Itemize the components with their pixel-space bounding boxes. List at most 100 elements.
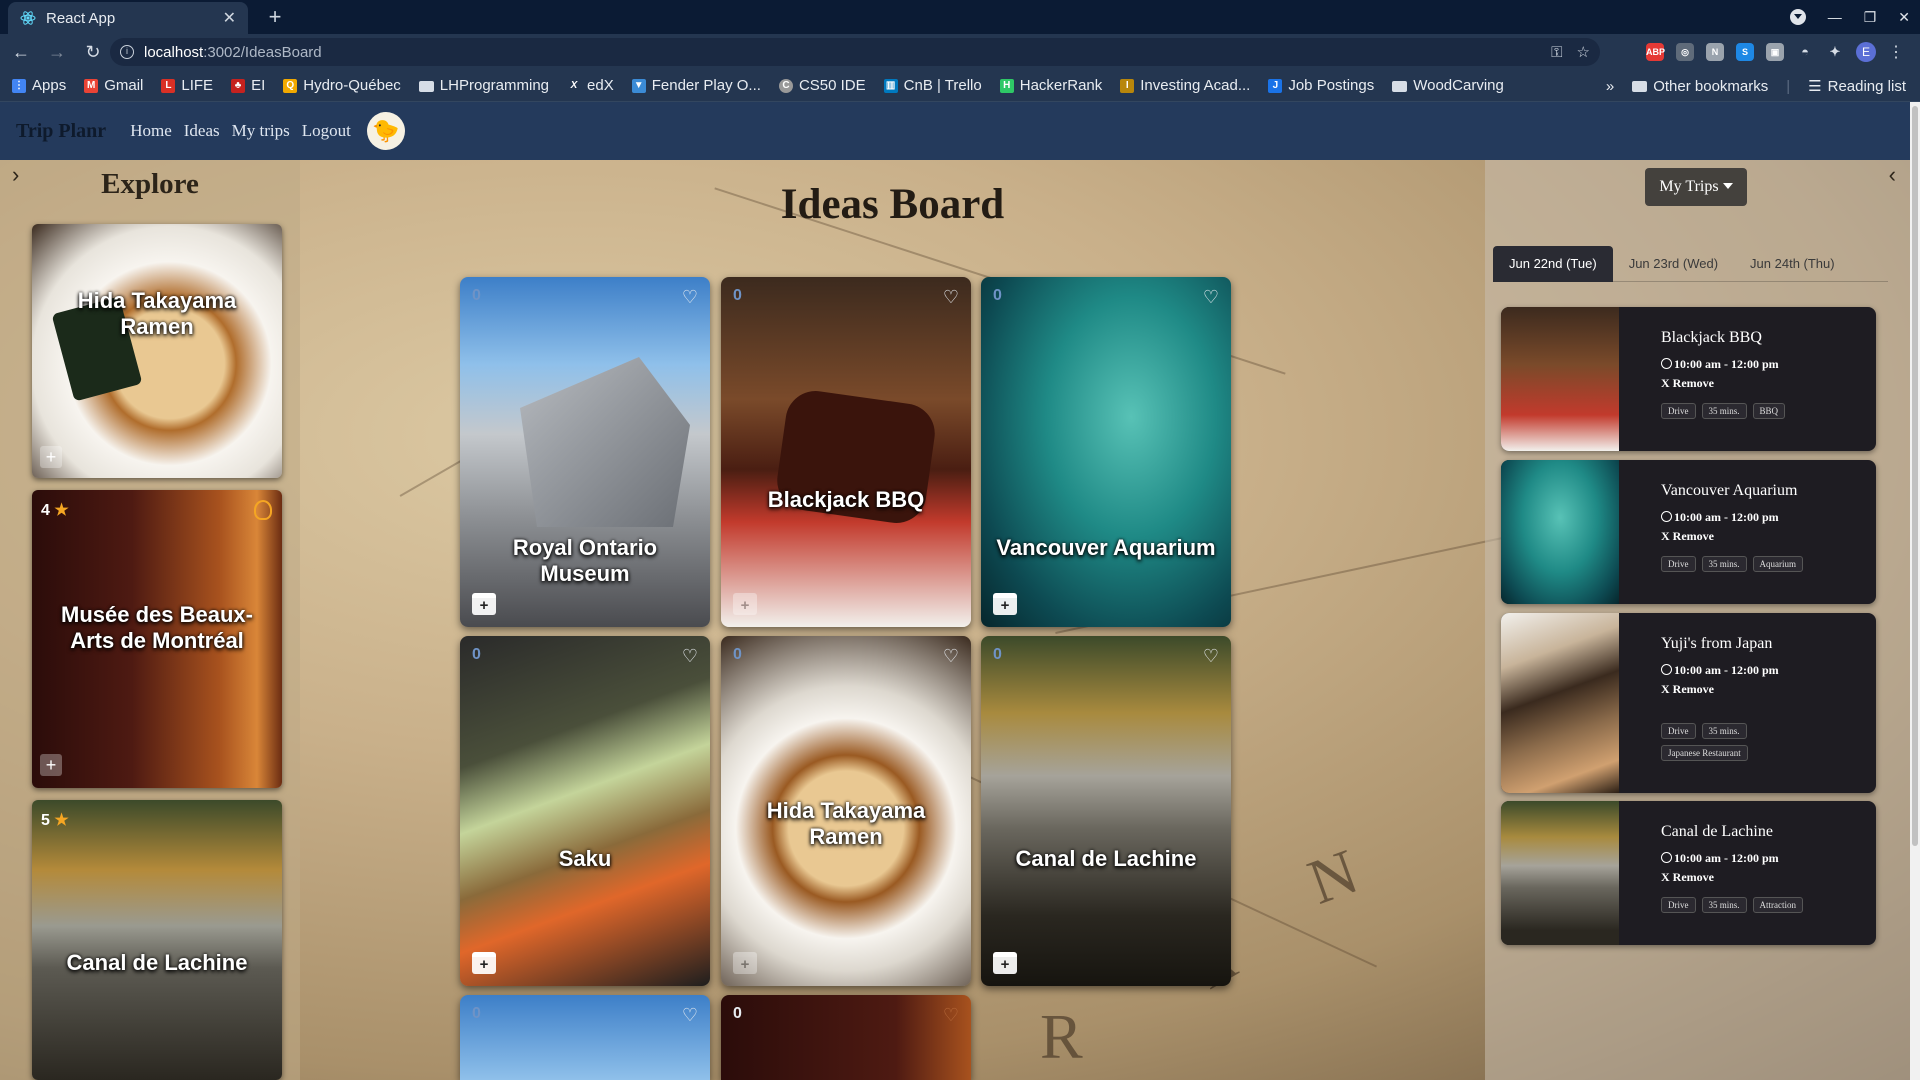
trip-item-vancouver-aquarium[interactable]: Vancouver Aquarium 10:00 am - 12:00 pm X…: [1501, 460, 1876, 604]
trip-item-blackjack-bbq[interactable]: Blackjack BBQ 10:00 am - 12:00 pm X Remo…: [1501, 307, 1876, 451]
like-count: 0: [733, 646, 742, 663]
heart-icon[interactable]: ♡: [943, 287, 959, 308]
browser-menu-icon[interactable]: ⋮: [1888, 42, 1904, 62]
tag-duration: 35 mins.: [1701, 723, 1747, 739]
bookmark-life[interactable]: L LIFE: [161, 77, 213, 94]
user-avatar[interactable]: 🐤: [366, 112, 405, 150]
other-bookmarks[interactable]: Other bookmarks: [1632, 78, 1768, 95]
browser-tab[interactable]: React App ✕: [8, 2, 248, 34]
scrollbar-thumb[interactable]: [1912, 106, 1918, 846]
tab-close-icon[interactable]: ✕: [223, 8, 236, 28]
nav-ideas[interactable]: Ideas: [184, 121, 220, 141]
key-icon[interactable]: ⚿: [1551, 44, 1562, 61]
tab-day-3[interactable]: Jun 24th (Thu): [1734, 246, 1851, 282]
bookmark-woodcarving[interactable]: WoodCarving: [1392, 77, 1504, 94]
trip-item-yujis-from-japan[interactable]: Yuji's from Japan 10:00 am - 12:00 pm X …: [1501, 613, 1876, 793]
close-window-icon[interactable]: ✕: [1898, 9, 1910, 26]
bookmark-gmail[interactable]: M Gmail: [84, 77, 143, 94]
remove-button[interactable]: X Remove: [1661, 529, 1866, 544]
bookmark-star-icon[interactable]: ☆: [1577, 43, 1590, 61]
puzzle-extensions-icon[interactable]: ✦: [1826, 43, 1844, 61]
page-scrollbar[interactable]: [1910, 102, 1920, 1080]
folder-icon: [418, 81, 434, 92]
idea-card-canal-de-lachine[interactable]: 0 ♡ Canal de Lachine +: [981, 636, 1231, 986]
bookmark-edx[interactable]: XedX: [567, 77, 614, 94]
bookmark-fender-play[interactable]: ▼ Fender Play O...: [631, 77, 761, 94]
remove-button[interactable]: X Remove: [1661, 870, 1866, 885]
address-bar[interactable]: i localhost :3002/IdeasBoard ⚿ ☆: [110, 38, 1600, 66]
heart-icon[interactable]: ♡: [682, 1005, 698, 1026]
tag-category: Aquarium: [1752, 556, 1804, 572]
minimize-icon[interactable]: —: [1828, 9, 1842, 25]
bookmark-cs50-ide[interactable]: C CS50 IDE: [778, 77, 866, 94]
idea-card-saku[interactable]: 0 ♡ Saku +: [460, 636, 710, 986]
heart-icon[interactable]: ♡: [1203, 287, 1219, 308]
idea-card-royal-ontario-museum[interactable]: 0 ♡ Royal Ontario Museum +: [460, 277, 710, 627]
remove-button[interactable]: X Remove: [1661, 682, 1866, 697]
site-info-icon[interactable]: i: [120, 45, 134, 59]
add-plus-icon[interactable]: +: [40, 754, 62, 776]
nav-home[interactable]: Home: [130, 121, 172, 141]
bookmark-lhprogramming[interactable]: LHProgramming: [418, 77, 549, 94]
mask-extension-icon[interactable]: ◓: [1796, 43, 1814, 61]
heart-icon[interactable]: ♡: [1203, 646, 1219, 667]
calendar-add-icon[interactable]: +: [472, 952, 496, 974]
calendar-add-icon[interactable]: +: [993, 593, 1017, 615]
reading-list[interactable]: ☰ Reading list: [1808, 77, 1906, 95]
screenshot-extension-icon[interactable]: ▣: [1766, 43, 1784, 61]
idea-card-partial-2[interactable]: 0 ♡: [721, 995, 971, 1080]
heart-icon[interactable]: ♡: [682, 287, 698, 308]
bookmark-ei[interactable]: ♣ EI: [231, 77, 265, 94]
trips-collapse-chevron-icon[interactable]: ‹: [1889, 162, 1896, 188]
explore-card-museum[interactable]: 4 ★ Musée des Beaux-Arts de Montréal +: [32, 490, 282, 788]
calendar-add-icon[interactable]: +: [733, 593, 757, 615]
bookmark-trello[interactable]: ▥ CnB | Trello: [883, 77, 982, 94]
idea-card-blackjack-bbq[interactable]: 0 ♡ Blackjack BBQ +: [721, 277, 971, 627]
nav-logout[interactable]: Logout: [302, 121, 351, 141]
skype-extension-icon[interactable]: S: [1736, 43, 1754, 61]
media-control-icon[interactable]: [1789, 9, 1806, 25]
globe-extension-icon[interactable]: ◎: [1676, 43, 1694, 61]
explore-card-ramen[interactable]: Hida Takayama Ramen +: [32, 224, 282, 478]
tab-day-2[interactable]: Jun 23rd (Wed): [1613, 246, 1734, 282]
brand-logo[interactable]: Trip Planr: [16, 120, 106, 143]
tag-category: Japanese Restaurant: [1661, 745, 1748, 761]
note-extension-icon[interactable]: N: [1706, 43, 1724, 61]
idea-card-vancouver-aquarium[interactable]: 0 ♡ Vancouver Aquarium +: [981, 277, 1231, 627]
idea-card-hida-takayama-ramen[interactable]: 0 ♡ Hida Takayama Ramen +: [721, 636, 971, 986]
bookmark-investing[interactable]: I Investing Acad...: [1120, 77, 1250, 94]
clock-icon: [1661, 664, 1672, 675]
nav-my-trips[interactable]: My trips: [232, 121, 290, 141]
bookmark-apps[interactable]: ⋮ Apps: [12, 77, 66, 94]
calendar-add-icon[interactable]: +: [733, 952, 757, 974]
add-plus-icon[interactable]: +: [40, 446, 62, 468]
like-count: 0: [472, 1005, 481, 1022]
my-trips-dropdown[interactable]: My Trips: [1645, 168, 1747, 206]
folder-icon: [1632, 80, 1648, 92]
bookmark-hackerrank[interactable]: H HackerRank: [999, 77, 1102, 94]
edx-icon: X: [570, 79, 578, 91]
explore-card-canal[interactable]: 5 ★ Canal de Lachine: [32, 800, 282, 1080]
heart-icon[interactable]: ♡: [943, 1005, 959, 1026]
heart-icon[interactable]: ♡: [682, 646, 698, 667]
tab-day-1[interactable]: Jun 22nd (Tue): [1493, 246, 1613, 282]
heart-icon[interactable]: ♡: [943, 646, 959, 667]
bookmark-hydro-quebec[interactable]: Q Hydro-Québec: [283, 77, 401, 94]
cs50-icon: C: [778, 78, 793, 93]
adblock-extension-icon[interactable]: ABP: [1646, 43, 1665, 61]
reload-icon[interactable]: ↻: [78, 37, 108, 67]
trip-item-canal-de-lachine[interactable]: Canal de Lachine 10:00 am - 12:00 pm X R…: [1501, 801, 1876, 945]
new-tab-button[interactable]: +: [262, 4, 288, 30]
profile-avatar[interactable]: E: [1856, 42, 1876, 62]
restore-icon[interactable]: ❐: [1864, 9, 1877, 26]
job-postings-icon: J: [1268, 78, 1283, 93]
bookmark-job-postings[interactable]: J Job Postings: [1268, 77, 1374, 94]
back-icon[interactable]: ←: [6, 37, 36, 67]
remove-button[interactable]: X Remove: [1661, 376, 1866, 391]
calendar-add-icon[interactable]: +: [472, 593, 496, 615]
calendar-add-icon[interactable]: +: [993, 952, 1017, 974]
idea-card-partial-1[interactable]: 0 ♡: [460, 995, 710, 1080]
more-bookmarks-button[interactable]: »: [1606, 78, 1614, 95]
clock-icon: [1661, 511, 1672, 522]
forward-icon[interactable]: →: [42, 37, 72, 67]
